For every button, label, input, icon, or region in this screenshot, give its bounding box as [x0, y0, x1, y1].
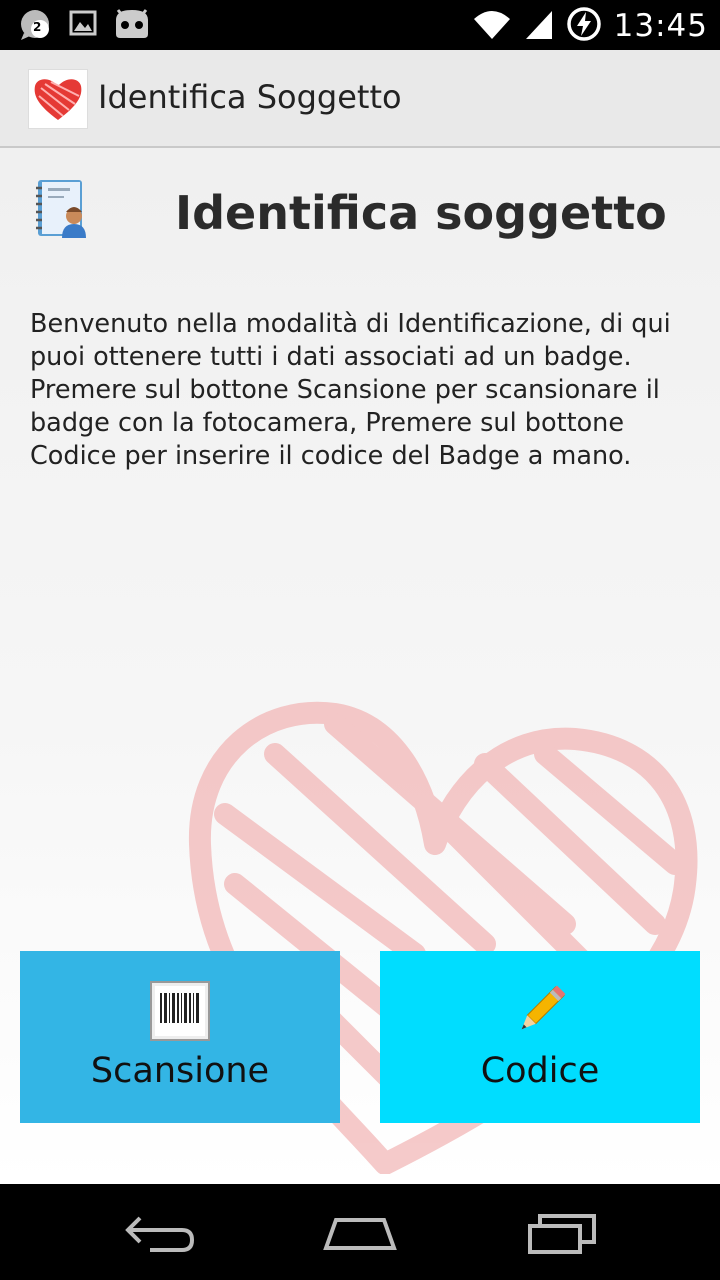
pencil-icon	[521, 985, 566, 1030]
page-title: Identifica soggetto	[175, 186, 667, 240]
heart-app-icon[interactable]	[28, 69, 88, 129]
app-title: Identifica Soggetto	[98, 78, 402, 116]
battery-charging-icon	[566, 6, 602, 46]
status-bar-system: 13:45	[472, 6, 708, 46]
status-bar-notifications: 2	[18, 6, 152, 44]
notification-count: 2	[33, 20, 42, 34]
navigation-bar	[0, 1184, 720, 1280]
description-text: Benvenuto nella modalità di Identificazi…	[30, 309, 671, 471]
image-icon	[68, 8, 98, 42]
scan-button[interactable]: Scansione	[20, 951, 340, 1123]
android-icon	[112, 6, 152, 44]
chat-notification-icon: 2	[18, 7, 54, 43]
back-icon[interactable]	[120, 1208, 200, 1256]
status-time: 13:45	[613, 8, 708, 44]
contact-book-icon	[32, 178, 94, 240]
recent-apps-icon[interactable]	[522, 1208, 602, 1256]
scan-button-label: Scansione	[90, 1051, 270, 1091]
home-icon[interactable]	[320, 1208, 400, 1256]
barcode-icon	[150, 981, 210, 1041]
signal-icon	[524, 7, 554, 45]
code-button[interactable]: Codice	[380, 951, 700, 1123]
status-bar: 2 13:45	[0, 0, 720, 50]
action-bar: Identifica Soggetto	[0, 50, 720, 148]
main-content: Identifica soggetto Benvenuto nella moda…	[0, 148, 720, 1184]
code-button-label: Codice	[480, 1051, 600, 1091]
wifi-icon	[472, 7, 512, 45]
